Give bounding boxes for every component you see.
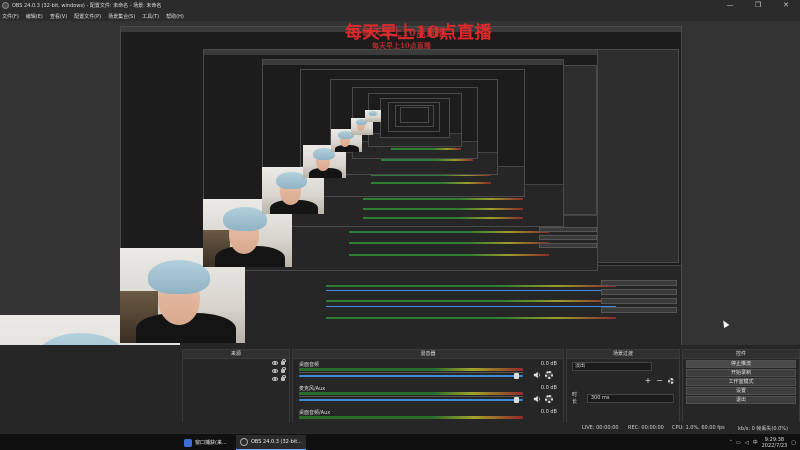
close-button[interactable]: ✕ xyxy=(772,0,800,11)
nested-obs-window-11 xyxy=(400,107,429,123)
minimize-button[interactable]: — xyxy=(716,0,744,11)
maximize-button[interactable]: ❐ xyxy=(744,0,772,11)
menu-help[interactable]: 帮助(H) xyxy=(166,13,184,20)
gear-icon[interactable] xyxy=(545,371,553,379)
volume-meter-secondary xyxy=(299,396,523,397)
controls-dock-title: 控件 xyxy=(683,350,799,359)
volume-slider[interactable] xyxy=(299,399,523,401)
transition-select-row: 淡出 xyxy=(567,359,679,374)
taskbar-item-label: 窗口捕获(来... xyxy=(195,440,227,446)
notification-icon[interactable]: ▢ xyxy=(791,440,796,446)
live-timer: LIVE: 00:00:00 xyxy=(582,425,619,431)
volume-meter xyxy=(299,416,523,419)
menu-tools[interactable]: 工具(T) xyxy=(142,13,159,20)
taskbar-item-obs[interactable]: OBS 24.0.3 (32-bit... xyxy=(236,435,306,450)
transition-buttons-row: + − xyxy=(567,374,679,388)
mixer-dock-title: 混音器 xyxy=(293,350,563,359)
visibility-eye-icon[interactable] xyxy=(272,377,278,381)
exit-button[interactable]: 退出 xyxy=(686,396,796,404)
channel-db: 0.0 dB xyxy=(540,385,557,391)
kbps: kb/s: 0 帧丢失(0.0%) xyxy=(738,426,789,432)
system-tray: ˄ ▭ ◁ 中 9:29:38 2022/7/23 ▢ xyxy=(730,435,796,450)
visibility-eye-icon[interactable] xyxy=(272,369,278,373)
transitions-dock-title: 场景过渡 xyxy=(567,350,679,359)
menu-bar: 文件(F) 编辑(E) 查看(V) 配置文件(P) 场景集合(S) 工具(T) … xyxy=(0,11,800,21)
volume-icon[interactable]: ◁ xyxy=(745,440,749,446)
broadcast-schedule-echo-1: 每天早上10点直播 xyxy=(362,28,446,39)
input-method-indicator[interactable]: 中 xyxy=(753,439,758,446)
duration-row: 时长 300 ms xyxy=(567,388,679,408)
remove-transition-button[interactable]: − xyxy=(656,377,663,385)
window-controls: — ❐ ✕ xyxy=(716,0,800,11)
network-icon[interactable]: ▭ xyxy=(736,440,741,446)
lock-icon[interactable] xyxy=(281,359,286,365)
taskbar-item-window-capture[interactable]: 窗口捕获(来... xyxy=(180,435,231,450)
channel-db: 0.0 dB xyxy=(540,361,557,367)
stop-streaming-button[interactable]: 停止推流 xyxy=(686,360,796,368)
clock-date: 2022/7/23 xyxy=(761,442,788,449)
volume-meter-secondary xyxy=(299,372,523,373)
gear-icon[interactable] xyxy=(545,395,553,403)
studio-mode-button[interactable]: 工作室模式 xyxy=(686,378,796,386)
transition-select[interactable]: 淡出 xyxy=(572,362,652,371)
title-bar: OBS 24.0.3 (32-bit, windows) - 配置文件: 未命名… xyxy=(0,0,800,11)
taskbar-item-label: OBS 24.0.3 (32-bit... xyxy=(251,439,302,445)
channel-name: 桌面音频/Aux xyxy=(299,410,331,416)
clock-time: 9:29:38 xyxy=(764,436,785,443)
menu-file[interactable]: 文件(F) xyxy=(2,13,19,20)
obs-app-icon xyxy=(240,438,248,446)
source-item[interactable] xyxy=(183,367,289,375)
mouse-cursor-icon xyxy=(720,318,730,329)
rec-timer: REC: 00:00:00 xyxy=(628,425,664,431)
menu-view[interactable]: 查看(V) xyxy=(50,13,67,20)
menu-profile[interactable]: 配置文件(P) xyxy=(74,13,101,20)
settings-button[interactable]: 设置 xyxy=(686,387,796,395)
sources-dock: 来源 xyxy=(182,349,290,433)
add-transition-button[interactable]: + xyxy=(645,377,652,385)
mixer-channel-mic: 麦克风/Aux 0.0 dB xyxy=(293,383,563,407)
lock-icon[interactable] xyxy=(281,375,286,381)
scene-transitions-dock: 场景过渡 淡出 + − 时长 300 ms xyxy=(566,349,680,433)
channel-db: 0.0 dB xyxy=(540,409,557,415)
tray-chevron-up-icon[interactable]: ˄ xyxy=(730,440,733,446)
volume-meter xyxy=(299,392,523,395)
windows-taskbar: 窗口捕获(来... OBS 24.0.3 (32-bit... ˄ ▭ ◁ 中 … xyxy=(0,433,800,450)
source-item[interactable] xyxy=(183,375,289,383)
cpu-fps: CPU: 1.0%, 60.00 fps xyxy=(672,425,725,431)
mixer-channel-desktop: 桌面音频 0.0 dB xyxy=(293,359,563,383)
volume-slider-handle[interactable] xyxy=(514,373,520,379)
volume-slider-handle[interactable] xyxy=(514,397,520,403)
channel-name: 桌面音频 xyxy=(299,362,320,368)
lock-icon[interactable] xyxy=(281,367,286,373)
webcam-echo-7 xyxy=(365,110,381,122)
obs-app-icon xyxy=(2,2,9,9)
controls-dock: 控件 停止推流 开始录制 工作室模式 设置 退出 xyxy=(682,349,800,433)
dock-area: 来源 混音器 桌面音频 0.0 dB 麦克风/Aux 0.0 dB 桌面音频/A… xyxy=(0,345,800,433)
status-bar: LIVE: 00:00:00 REC: 00:00:00 CPU: 1.0%, … xyxy=(0,422,800,433)
duration-label: 时长 xyxy=(572,392,578,405)
audio-mixer-dock: 混音器 桌面音频 0.0 dB 麦克风/Aux 0.0 dB 桌面音频/Aux … xyxy=(292,349,564,433)
volume-slider[interactable] xyxy=(299,375,523,377)
duration-input[interactable]: 300 ms xyxy=(586,393,674,403)
menu-scene-collection[interactable]: 场景集合(S) xyxy=(108,13,135,20)
preview-canvas[interactable]: 每天早上10点直播 每天早上10点直播 每天早上10点直播 xyxy=(0,21,800,345)
start-recording-button[interactable]: 开始录制 xyxy=(686,369,796,377)
broadcast-schedule-echo-2: 每天早上10点直播 xyxy=(372,41,431,50)
transition-settings-gear-icon[interactable] xyxy=(668,378,674,384)
taskbar-clock[interactable]: 9:29:38 2022/7/23 xyxy=(762,437,788,449)
window-title: OBS 24.0.3 (32-bit, windows) - 配置文件: 未命名… xyxy=(12,3,162,9)
window-capture-app-icon xyxy=(184,438,192,447)
source-item[interactable] xyxy=(183,359,289,367)
speaker-icon[interactable] xyxy=(533,395,541,403)
speaker-icon[interactable] xyxy=(533,371,541,379)
sources-dock-title: 来源 xyxy=(183,350,289,359)
obs-window: OBS 24.0.3 (32-bit, windows) - 配置文件: 未命名… xyxy=(0,0,800,450)
volume-meter xyxy=(299,368,523,371)
menu-edit[interactable]: 编辑(E) xyxy=(26,13,43,20)
visibility-eye-icon[interactable] xyxy=(272,361,278,365)
channel-name: 麦克风/Aux xyxy=(299,386,326,392)
